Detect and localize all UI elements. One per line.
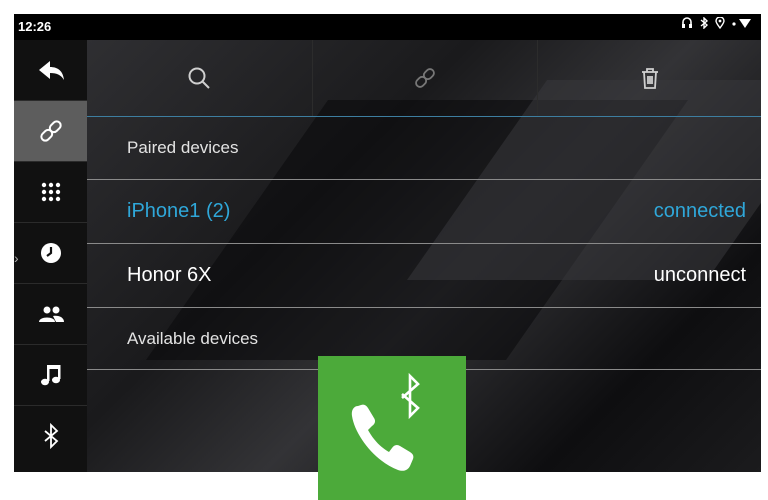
- device-status: unconnect: [653, 264, 746, 286]
- available-devices-label: Available devices: [127, 328, 259, 348]
- device-row-iphone[interactable]: iPhone1 (2) connected: [87, 180, 761, 244]
- wifi-icon: [731, 17, 753, 32]
- headphones-icon: [681, 17, 693, 32]
- device-row-honor[interactable]: Honor 6X unconnect: [87, 244, 761, 308]
- sidebar-item-bluetooth[interactable]: [14, 406, 87, 466]
- status-bar: 12:26: [14, 14, 761, 40]
- back-button[interactable]: [14, 40, 87, 101]
- status-icons: [681, 16, 753, 32]
- status-time: 12:26: [18, 19, 52, 34]
- chevron-right-icon: ›: [14, 250, 19, 266]
- contacts-icon: [38, 306, 64, 322]
- link-icon: [39, 120, 62, 142]
- link-icon: [415, 68, 435, 88]
- toolbar: [87, 40, 761, 117]
- bluetooth-icon: [699, 16, 709, 32]
- back-arrow-icon: [38, 61, 64, 80]
- device-status: connected: [653, 200, 746, 222]
- sidebar-item-link[interactable]: [14, 101, 87, 162]
- bluetooth-phone-app-icon[interactable]: [318, 356, 466, 500]
- sidebar-item-music[interactable]: [14, 345, 87, 406]
- sidebar: ›: [14, 40, 87, 472]
- sidebar-item-recent[interactable]: [14, 223, 87, 284]
- delete-button[interactable]: [537, 40, 761, 116]
- paired-devices-header: Paired devices: [87, 117, 761, 180]
- sidebar-item-dialpad[interactable]: [14, 162, 87, 223]
- clock-icon: [40, 243, 61, 263]
- bluetooth-icon: [43, 422, 58, 450]
- dialpad-icon: [41, 182, 60, 202]
- trash-icon: [642, 68, 658, 89]
- search-button[interactable]: [87, 40, 311, 116]
- link-button[interactable]: [312, 40, 537, 116]
- device-name: Honor 6X: [127, 264, 212, 286]
- music-note-icon: [40, 365, 60, 386]
- location-icon: [715, 16, 725, 32]
- device-name: iPhone1 (2): [127, 200, 231, 222]
- search-icon: [188, 67, 210, 89]
- paired-devices-label: Paired devices: [127, 138, 239, 157]
- sidebar-item-contacts[interactable]: [14, 284, 87, 345]
